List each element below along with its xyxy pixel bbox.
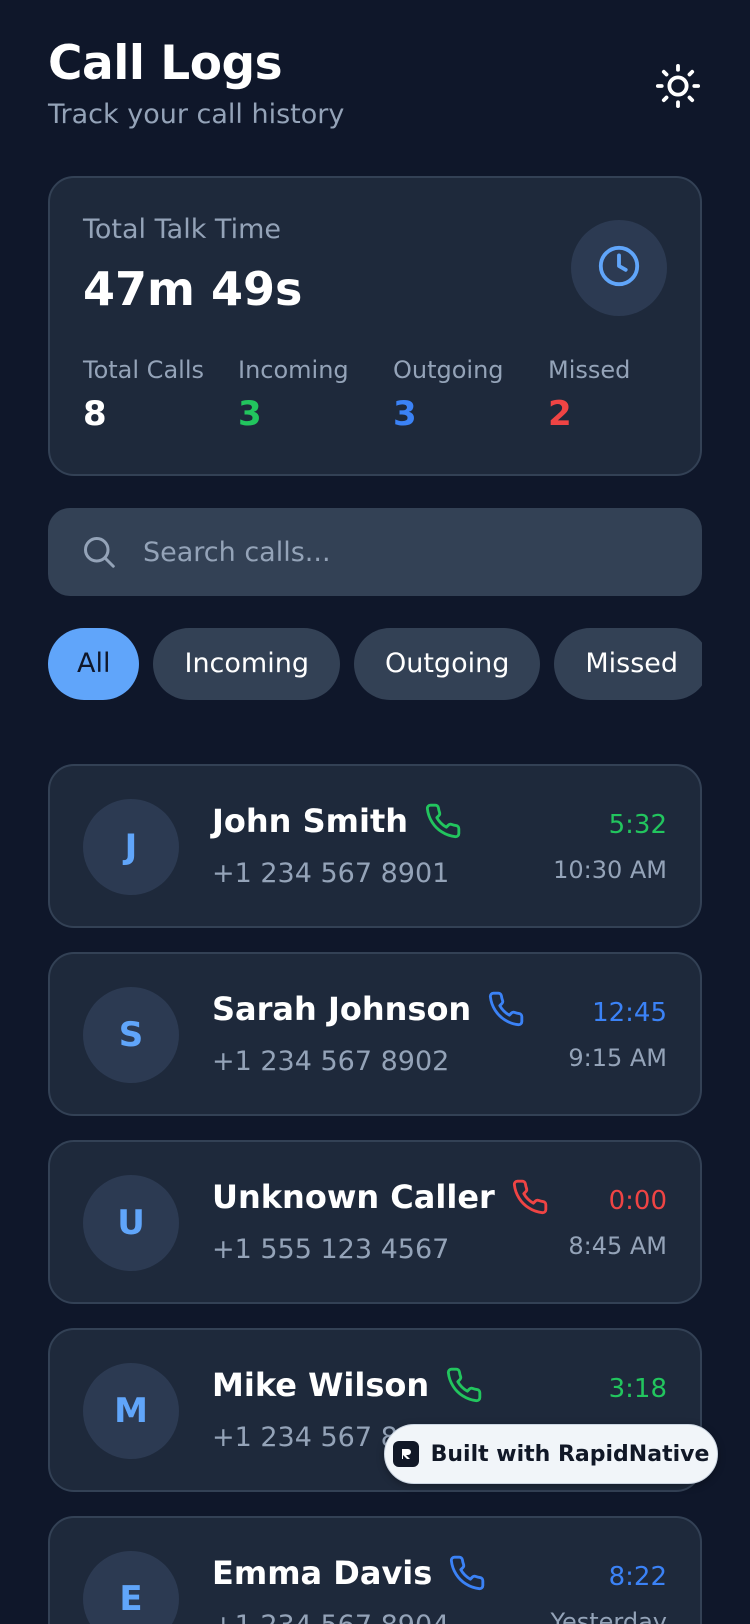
call-item[interactable]: U Unknown Caller +1 555 123 4567 0:00 8:… bbox=[48, 1140, 702, 1304]
call-time: 8:45 AM bbox=[568, 1232, 667, 1260]
stat-outgoing: Outgoing 3 bbox=[393, 356, 504, 434]
avatar: J bbox=[83, 799, 179, 895]
caller-name: Emma Davis bbox=[212, 1554, 433, 1592]
clock-badge bbox=[571, 220, 667, 316]
filter-all[interactable]: All bbox=[48, 628, 140, 700]
call-time: 9:15 AM bbox=[568, 1044, 667, 1072]
stat-label: Outgoing bbox=[393, 356, 504, 384]
stat-value: 3 bbox=[393, 394, 417, 434]
outgoing-call-icon bbox=[448, 1554, 486, 1592]
theme-toggle-button[interactable] bbox=[654, 63, 702, 113]
stat-label: Incoming bbox=[238, 356, 349, 384]
stat-label: Missed bbox=[548, 356, 631, 384]
search-icon bbox=[81, 534, 117, 574]
search-bar bbox=[48, 508, 702, 596]
talk-time-value: 47m 49s bbox=[83, 262, 303, 316]
call-time: 10:30 AM bbox=[553, 856, 667, 884]
filter-outgoing[interactable]: Outgoing bbox=[353, 628, 541, 700]
incoming-call-icon bbox=[445, 1366, 483, 1404]
filter-incoming[interactable]: Incoming bbox=[153, 628, 340, 700]
call-item[interactable]: E Emma Davis +1 234 567 8904 8:22 Yester… bbox=[48, 1516, 702, 1624]
missed-call-icon bbox=[511, 1178, 549, 1216]
header: Call Logs Track your call history bbox=[48, 36, 702, 146]
built-with-badge[interactable]: Built with RapidNative bbox=[384, 1424, 718, 1484]
caller-number: +1 234 567 8904 bbox=[212, 1610, 449, 1624]
call-duration: 12:45 bbox=[592, 998, 667, 1028]
avatar: M bbox=[83, 1363, 179, 1459]
badge-label: Built with RapidNative bbox=[430, 1441, 710, 1467]
call-time: Yesterday bbox=[550, 1608, 667, 1624]
caller-name: John Smith bbox=[212, 802, 409, 840]
stat-value: 3 bbox=[238, 394, 262, 434]
caller-number: +1 234 567 8902 bbox=[212, 1046, 450, 1077]
stat-missed: Missed 2 bbox=[548, 356, 630, 434]
call-item[interactable]: J John Smith +1 234 567 8901 5:32 10:30 … bbox=[48, 764, 702, 928]
avatar: U bbox=[83, 1175, 179, 1271]
outgoing-call-icon bbox=[487, 990, 525, 1028]
avatar: E bbox=[83, 1551, 179, 1624]
rapidnative-logo-icon bbox=[392, 1441, 419, 1467]
call-duration: 5:32 bbox=[608, 810, 667, 840]
stat-incoming: Incoming 3 bbox=[238, 356, 349, 434]
incoming-call-icon bbox=[424, 802, 462, 840]
filter-missed[interactable]: Missed bbox=[554, 628, 702, 700]
stat-value: 8 bbox=[83, 394, 107, 434]
clock-icon bbox=[596, 243, 642, 293]
caller-name: Sarah Johnson bbox=[212, 990, 472, 1028]
search-input[interactable] bbox=[143, 508, 663, 596]
avatar: S bbox=[83, 987, 179, 1083]
call-duration: 8:22 bbox=[608, 1562, 667, 1592]
call-duration: 3:18 bbox=[608, 1374, 667, 1404]
sun-icon bbox=[655, 63, 701, 113]
call-duration: 0:00 bbox=[608, 1186, 667, 1216]
stat-label: Total Calls bbox=[83, 356, 204, 384]
caller-name: Unknown Caller bbox=[212, 1178, 495, 1216]
stat-total-calls: Total Calls 8 bbox=[83, 356, 204, 434]
page-subtitle: Track your call history bbox=[48, 99, 345, 130]
filter-tabs: All Incoming Outgoing Missed bbox=[48, 628, 702, 700]
page-title: Call Logs bbox=[48, 36, 283, 91]
caller-number: +1 555 123 4567 bbox=[212, 1234, 450, 1265]
stats-card: Total Talk Time 47m 49s Total Calls 8 In… bbox=[48, 176, 702, 476]
caller-name: Mike Wilson bbox=[212, 1366, 430, 1404]
call-item[interactable]: S Sarah Johnson +1 234 567 8902 12:45 9:… bbox=[48, 952, 702, 1116]
stat-value: 2 bbox=[548, 394, 572, 434]
caller-number: +1 234 567 8901 bbox=[212, 858, 450, 889]
talk-time-label: Total Talk Time bbox=[83, 214, 282, 245]
